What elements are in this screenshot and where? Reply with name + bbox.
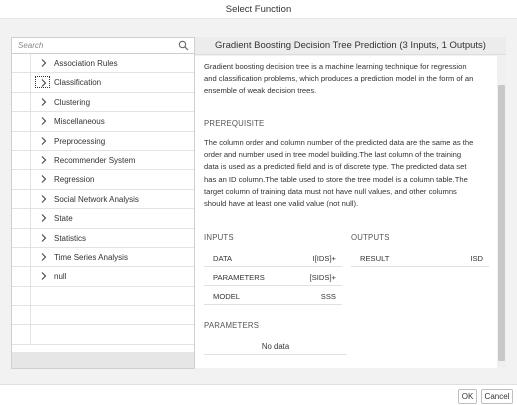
ok-button[interactable]: OK [458, 389, 477, 404]
scrollbar-thumb[interactable] [498, 85, 505, 361]
tree-item-null[interactable]: null [12, 267, 194, 287]
tree-item-state[interactable]: State [12, 209, 194, 229]
tree-item-label: Preprocessing [54, 136, 106, 146]
tree-item-label: Regression [54, 175, 95, 185]
input-name: MODEL [213, 292, 241, 301]
function-description: Gradient boosting decision tree is a mac… [204, 61, 494, 98]
table-row: DATA I[IDS]+ [204, 248, 342, 267]
tree-item-label: Recommender System [54, 155, 136, 165]
tree-item-label: Time Series Analysis [54, 252, 128, 262]
inputs-heading: INPUTS [204, 233, 234, 242]
tree-item-label: Miscellaneous [54, 117, 105, 127]
tree-item-classification[interactable]: Classification [12, 73, 194, 93]
chevron-right-icon[interactable] [39, 233, 49, 243]
tree-item-miscellaneous[interactable]: Miscellaneous [12, 112, 194, 132]
tree-item-social-network-analysis[interactable]: Social Network Analysis [12, 189, 194, 210]
tree-item-time-series-analysis[interactable]: Time Series Analysis [12, 247, 194, 268]
chevron-right-icon[interactable] [39, 213, 49, 223]
chevron-right-icon[interactable] [39, 97, 49, 107]
tree-item-label: Social Network Analysis [54, 194, 139, 204]
tree-empty-row [12, 306, 194, 326]
tree-gutter [12, 170, 31, 189]
dialog-title: Select Function [225, 4, 292, 15]
function-detail-header: Gradient Boosting Decision Tree Predicti… [195, 37, 506, 55]
tree-gutter [12, 209, 31, 228]
chevron-right-icon[interactable] [39, 194, 49, 204]
input-type: [SIDS]+ [309, 273, 336, 282]
tree-item-clustering[interactable]: Clustering [12, 92, 194, 113]
tree-gutter [12, 286, 31, 306]
output-name: RESULT [360, 254, 390, 263]
no-data-text: No data [261, 342, 290, 351]
category-tree: Association Rules Classification Cluster… [12, 54, 194, 345]
detail-scrollbar[interactable] [497, 56, 506, 368]
chevron-right-icon[interactable] [39, 155, 49, 165]
chevron-right-icon[interactable] [39, 58, 49, 68]
prerequisite-line: target column of training data must not … [204, 186, 457, 196]
tree-item-association-rules[interactable]: Association Rules [12, 54, 194, 74]
prerequisite-line: should have at least one valid value (no… [204, 199, 359, 209]
chevron-right-icon[interactable] [39, 136, 49, 146]
table-row: MODEL SSS [204, 286, 342, 305]
input-type: I[IDS]+ [312, 254, 336, 263]
input-name: DATA [213, 254, 233, 263]
dialog-footer: OK Cancel [0, 384, 517, 405]
tree-empty-row [12, 286, 194, 307]
prerequisite-line: order and number used in tree model buil… [204, 150, 462, 160]
tree-item-preprocessing[interactable]: Preprocessing [12, 131, 194, 151]
tree-gutter [12, 189, 31, 209]
output-type: ISD [470, 254, 483, 263]
tree-gutter [12, 150, 31, 170]
prerequisite-heading: PREREQUISITE [204, 119, 265, 128]
tree-item-label: Classification [54, 78, 102, 88]
prerequisite-text: The column order and column number of th… [204, 137, 494, 210]
tree-gutter [12, 247, 31, 267]
chevron-right-icon[interactable] [39, 116, 49, 126]
tree-gutter [12, 73, 31, 92]
tree-item-label: State [54, 214, 73, 224]
tree-gutter [12, 306, 31, 325]
cancel-button[interactable]: Cancel [481, 389, 513, 404]
chevron-right-icon[interactable] [39, 252, 49, 262]
tree-gutter [12, 131, 31, 150]
tree-gutter [12, 54, 31, 73]
tree-item-label: Association Rules [54, 59, 118, 68]
prerequisite-line: The column order and column number of th… [204, 138, 474, 147]
chevron-right-icon[interactable] [39, 174, 49, 184]
description-line: Gradient boosting decision tree is a mac… [204, 62, 467, 71]
prerequisite-line: data is used as a predicted field and is… [204, 162, 467, 172]
dialog-title-bar: Select Function [0, 0, 517, 19]
tree-gutter [12, 267, 31, 286]
chevron-right-icon[interactable] [39, 271, 49, 281]
input-type: SSS [320, 292, 336, 301]
description-line: ensemble of weak decision trees. [204, 86, 317, 96]
search-field[interactable]: Search [12, 38, 194, 54]
tree-empty-row [12, 325, 194, 345]
table-row: RESULT ISD [351, 248, 489, 267]
tree-item-label: Clustering [54, 97, 91, 107]
tree-item-regression[interactable]: Regression [12, 170, 194, 190]
search-icon[interactable] [178, 40, 189, 51]
parameters-heading: PARAMETERS [204, 321, 260, 330]
tree-item-label: Statistics [54, 233, 87, 243]
tree-item-label: null [54, 272, 67, 282]
table-row: PARAMETERS [SIDS]+ [204, 267, 342, 286]
tree-gutter [12, 228, 31, 247]
description-line: and classification problems, which produ… [204, 74, 474, 84]
tree-item-recommender-system[interactable]: Recommender System [12, 150, 194, 171]
function-title: Gradient Boosting Decision Tree Predicti… [215, 40, 486, 51]
parameters-table: No data [204, 337, 347, 355]
prerequisite-line: has an ID column.The table used to store… [204, 174, 468, 184]
tree-footer [12, 352, 194, 368]
tree-gutter [12, 325, 31, 344]
tree-gutter [12, 112, 31, 131]
outputs-heading: OUTPUTS [351, 233, 390, 242]
tree-item-statistics[interactable]: Statistics [12, 228, 194, 248]
chevron-right-icon[interactable] [35, 76, 50, 89]
search-input[interactable]: Search [18, 41, 43, 50]
input-name: PARAMETERS [213, 273, 265, 282]
category-panel: Search Association Rules Classification … [11, 37, 195, 369]
tree-gutter [12, 92, 31, 112]
